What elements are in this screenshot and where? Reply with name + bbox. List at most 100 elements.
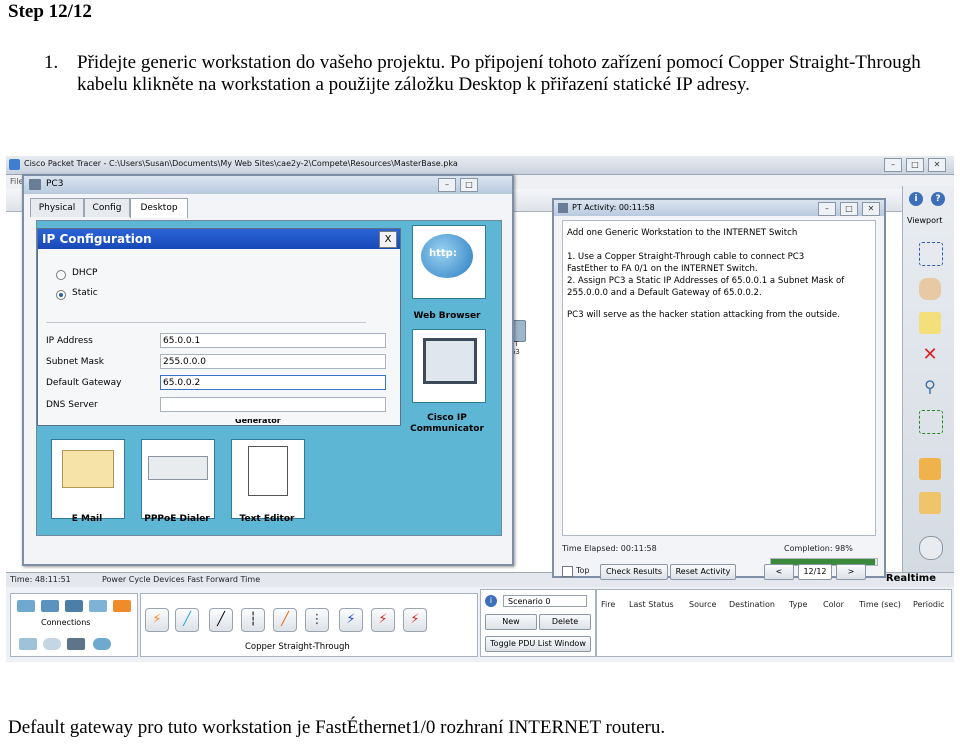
dhcp-radio[interactable] xyxy=(56,270,66,280)
add-simple-pdu-icon[interactable] xyxy=(919,458,941,480)
hub-icon[interactable] xyxy=(65,600,83,612)
default-gateway-label: Default Gateway xyxy=(46,378,122,388)
scenario-select[interactable]: Scenario 0 xyxy=(503,595,587,607)
desktop-area: IP Configuration X DHCP Static IP Addres… xyxy=(36,220,502,536)
maximize-icon[interactable]: □ xyxy=(906,158,924,172)
select-tool-icon[interactable] xyxy=(919,242,943,266)
pc-icon xyxy=(29,179,41,190)
crossover-icon[interactable]: ┆ xyxy=(241,608,265,632)
status-actions[interactable]: Power Cycle Devices Fast Forward Time xyxy=(102,575,260,584)
toggle-pdu-list-button[interactable]: Toggle PDU List Window xyxy=(485,636,591,652)
inspect-magnifier-icon[interactable]: ⚲ xyxy=(919,376,941,398)
serial-dce-icon[interactable]: ⚡ xyxy=(371,608,395,632)
check-results-button[interactable]: Check Results xyxy=(600,564,668,580)
serial-dte-icon[interactable]: ⚡ xyxy=(403,608,427,632)
phone-cable-icon[interactable]: ⋮ xyxy=(305,608,329,632)
pdu-col-time: Time (sec) xyxy=(859,600,901,609)
info-small-icon[interactable]: i xyxy=(485,595,497,607)
tab-config[interactable]: Config xyxy=(84,198,130,217)
pt-activity-window: PT Activity: 00:11:58 – □ ✕ Add one Gene… xyxy=(552,198,886,580)
note-icon[interactable] xyxy=(919,312,941,334)
delete-scenario-button[interactable]: Delete xyxy=(539,614,591,630)
dhcp-label: DHCP xyxy=(72,268,98,278)
packet-tracer-logo-icon xyxy=(9,159,20,170)
close-icon[interactable]: ✕ xyxy=(862,202,880,216)
ip-config-title: IP Configuration xyxy=(42,232,152,246)
pdu-col-color: Color xyxy=(823,600,844,609)
instruction-text: Přidejte generic workstation do vašeho p… xyxy=(77,52,921,95)
end-device-icon[interactable] xyxy=(19,638,37,650)
footer-note: Default gateway pro tuto workstation je … xyxy=(8,717,666,738)
add-complex-pdu-icon[interactable] xyxy=(919,492,941,514)
web-browser-label: Web Browser xyxy=(413,311,481,321)
router-icon[interactable] xyxy=(17,600,35,612)
email-tile[interactable] xyxy=(51,439,125,519)
cisco-ip-communicator-tile[interactable] xyxy=(412,329,486,403)
console-cable-icon[interactable]: ╱ xyxy=(175,608,199,632)
close-icon[interactable]: ✕ xyxy=(928,158,946,172)
ip-config-close-button[interactable]: X xyxy=(379,231,397,248)
minimize-icon[interactable]: – xyxy=(438,178,456,192)
move-hand-icon[interactable] xyxy=(919,278,941,300)
pc3-window-controls: – □ xyxy=(438,178,478,192)
back-button[interactable]: < xyxy=(764,564,794,580)
minimize-icon[interactable]: – xyxy=(818,202,836,216)
modem-icon xyxy=(148,456,208,480)
pdu-col-fire: Fire xyxy=(601,600,616,609)
cable-label: Copper Straight-Through xyxy=(245,642,350,652)
tab-physical[interactable]: Physical xyxy=(30,198,84,217)
simulation-timer-icon[interactable] xyxy=(919,536,943,560)
realtime-label[interactable]: Realtime xyxy=(886,573,936,584)
pdu-list-panel: Fire Last Status Source Destination Type… xyxy=(596,589,952,657)
activity-title: PT Activity: 00:11:58 xyxy=(572,203,655,212)
top-checkbox[interactable] xyxy=(562,566,573,577)
connections-icon[interactable] xyxy=(113,600,131,612)
activity-window-controls: – □ ✕ xyxy=(818,202,880,216)
resize-shape-icon[interactable] xyxy=(919,410,943,434)
delete-x-icon[interactable]: ✕ xyxy=(919,344,941,366)
cable-panel: ⚡ ╱ ╱ ┆ ╱ ⋮ ⚡ ⚡ ⚡ Copper Straight-Throug… xyxy=(140,593,478,657)
activity-note: PC3 will serve as the hacker station att… xyxy=(567,310,840,320)
auto-connection-icon[interactable]: ⚡ xyxy=(145,608,169,632)
default-gateway-input[interactable]: 65.0.0.2 xyxy=(160,375,386,390)
coaxial-icon[interactable]: ⚡ xyxy=(339,608,363,632)
next-button[interactable]: > xyxy=(836,564,866,580)
fiber-icon[interactable]: ╱ xyxy=(273,608,297,632)
viewport-label[interactable]: Viewport xyxy=(907,216,942,225)
server-icon[interactable] xyxy=(67,638,85,650)
email-label: E Mail xyxy=(71,514,103,524)
wireless-icon[interactable] xyxy=(89,600,107,612)
dns-server-input[interactable] xyxy=(160,397,386,412)
monitor-headset-icon xyxy=(423,338,477,384)
pdu-col-periodic: Periodic xyxy=(913,600,945,609)
new-scenario-button[interactable]: New xyxy=(485,614,537,630)
instruction-number: 1. xyxy=(44,52,59,73)
cloud-icon[interactable] xyxy=(43,638,61,650)
instruction-item: 1. Přidejte generic workstation do vašeh… xyxy=(44,52,944,96)
ip-address-input[interactable]: 65.0.0.1 xyxy=(160,333,386,348)
cisco-ip-communicator-label: Cisco IP Communicator xyxy=(410,413,484,434)
static-radio[interactable] xyxy=(56,290,66,300)
maximize-icon[interactable]: □ xyxy=(460,178,478,192)
activity-title-bar: PT Activity: 00:11:58 – □ ✕ xyxy=(554,200,884,216)
app-window-controls: – □ ✕ xyxy=(884,158,946,172)
partially-hidden-label: Generator xyxy=(235,419,281,425)
minimize-icon[interactable]: – xyxy=(884,158,902,172)
device-type-panel: Connections xyxy=(10,593,138,657)
step-heading: Step 12/12 xyxy=(8,1,92,22)
text-editor-tile[interactable] xyxy=(231,439,305,519)
ip-config-title-bar: IP Configuration X xyxy=(38,229,400,249)
reset-activity-button[interactable]: Reset Activity xyxy=(670,564,736,580)
pppoe-dialer-tile[interactable] xyxy=(141,439,215,519)
info-icon[interactable]: i xyxy=(909,192,923,206)
maximize-icon[interactable]: □ xyxy=(840,202,858,216)
help-icon[interactable]: ? xyxy=(931,192,945,206)
tab-desktop[interactable]: Desktop xyxy=(130,198,188,218)
subnet-mask-input[interactable]: 255.0.0.0 xyxy=(160,354,386,369)
pppoe-dialer-label: PPPoE Dialer xyxy=(144,514,210,524)
wan-emulation-icon[interactable] xyxy=(93,638,111,650)
switch-icon[interactable] xyxy=(41,600,59,612)
straight-through-icon[interactable]: ╱ xyxy=(209,608,233,632)
app-title: Cisco Packet Tracer - C:\Users\Susan\Doc… xyxy=(24,159,458,168)
web-browser-tile[interactable]: http: xyxy=(412,225,486,299)
